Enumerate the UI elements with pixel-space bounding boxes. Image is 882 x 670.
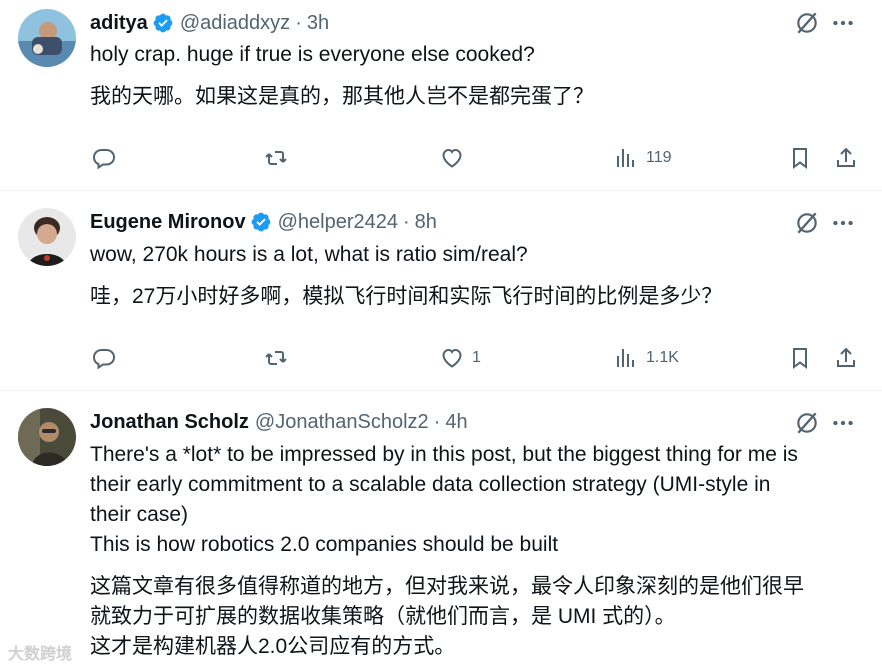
verified-badge-icon xyxy=(250,211,272,233)
share-button[interactable] xyxy=(834,146,858,170)
grok-icon[interactable] xyxy=(794,410,820,436)
separator-dot: · xyxy=(295,11,302,34)
tweet-1[interactable]: aditya @adiaddxyz · 3h holy crap. huge i… xyxy=(0,0,882,190)
tweet-text: holy crap. huge if true is everyone else… xyxy=(90,40,870,112)
avatar[interactable] xyxy=(18,9,76,67)
display-name[interactable]: Jonathan Scholz xyxy=(90,411,249,434)
grok-icon[interactable] xyxy=(794,10,820,36)
handle[interactable]: @adiaddxyz xyxy=(180,12,290,35)
views-icon xyxy=(614,146,638,170)
tweet-text-line: There's a *lot* to be impressed by in th… xyxy=(90,443,798,466)
retweet-icon xyxy=(264,346,288,370)
views-icon xyxy=(614,346,638,370)
tweet-text-line: holy crap. huge if true is everyone else… xyxy=(90,43,535,66)
retweet-button[interactable] xyxy=(264,146,288,170)
share-button[interactable] xyxy=(834,346,858,370)
tweet-text-line: their case) xyxy=(90,503,189,526)
bookmark-icon xyxy=(788,346,812,370)
bookmark-button[interactable] xyxy=(788,146,812,170)
avatar[interactable] xyxy=(18,208,76,266)
tweet-text-line: their early commitment to a scalable dat… xyxy=(90,473,771,496)
more-options-icon[interactable] xyxy=(830,210,856,236)
avatar-image xyxy=(18,9,76,67)
view-count: 1.1K xyxy=(646,349,679,366)
like-icon xyxy=(440,346,464,370)
tweet-3[interactable]: Jonathan Scholz @JonathanScholz2 · 4h Th… xyxy=(0,391,882,670)
like-button[interactable]: 1 xyxy=(440,346,481,370)
separator-dot: · xyxy=(433,410,441,433)
display-name[interactable]: Eugene Mironov xyxy=(90,211,246,234)
watermark: 大数跨境 xyxy=(8,646,73,663)
views-button[interactable]: 1.1K xyxy=(614,346,679,370)
verified-badge-icon xyxy=(152,12,174,34)
like-count: 1 xyxy=(472,349,481,366)
tweet-text-line: This is how robotics 2.0 companies shoul… xyxy=(90,533,559,556)
tweet-translation-line: 就致力于可扩展的数据收集策略（就他们而言，是 UMI 式的）。 xyxy=(90,605,676,628)
tweet-text-line: wow, 270k hours is a lot, what is ratio … xyxy=(90,243,528,266)
bookmark-button[interactable] xyxy=(788,346,812,370)
tweet-translation-line: 哇，27万小时好多啊，模拟飞行时间和实际飞行时间的比例是多少？ xyxy=(90,285,723,308)
tweet-text: wow, 270k hours is a lot, what is ratio … xyxy=(90,240,870,312)
tweet-translation-line: 这篇文章有很多值得称道的地方，但对我来说，最令人印象深刻的是他们很早 xyxy=(90,575,804,598)
tweet-2[interactable]: Eugene Mironov @helper2424 · 8h wow, 270… xyxy=(0,191,882,390)
retweet-icon xyxy=(264,146,288,170)
handle[interactable]: @helper2424 xyxy=(278,211,398,234)
like-button[interactable] xyxy=(440,146,472,170)
share-icon xyxy=(834,146,858,170)
views-button[interactable]: 119 xyxy=(614,146,672,170)
avatar-image xyxy=(18,408,76,466)
timestamp[interactable]: 3h xyxy=(307,12,329,35)
tweet-text: There's a *lot* to be impressed by in th… xyxy=(90,440,870,662)
action-bar: 119 xyxy=(0,138,882,178)
grok-icon[interactable] xyxy=(794,210,820,236)
avatar[interactable] xyxy=(18,408,76,466)
tweet-translation-line: 这才是构建机器人2.0公司应有的方式。 xyxy=(90,635,456,658)
share-icon xyxy=(834,346,858,370)
like-icon xyxy=(440,146,464,170)
action-bar: 1 1.1K xyxy=(0,338,882,378)
reply-icon xyxy=(92,146,116,170)
reply-icon xyxy=(92,346,116,370)
display-name[interactable]: aditya xyxy=(90,12,148,35)
reply-button[interactable] xyxy=(92,346,116,370)
view-count: 119 xyxy=(646,149,672,166)
reply-button[interactable] xyxy=(92,146,116,170)
bookmark-icon xyxy=(788,146,812,170)
retweet-button[interactable] xyxy=(264,346,288,370)
handle[interactable]: @JonathanScholz2 xyxy=(255,411,429,434)
more-options-icon[interactable] xyxy=(830,10,856,36)
tweet-translation-line: 我的天哪。如果这是真的，那其他人岂不是都完蛋了？ xyxy=(90,85,594,108)
timestamp[interactable]: 4h xyxy=(445,411,467,434)
avatar-image xyxy=(18,208,76,266)
more-options-icon[interactable] xyxy=(830,410,856,436)
timestamp[interactable]: 8h xyxy=(415,211,437,234)
separator-dot: · xyxy=(402,210,410,233)
